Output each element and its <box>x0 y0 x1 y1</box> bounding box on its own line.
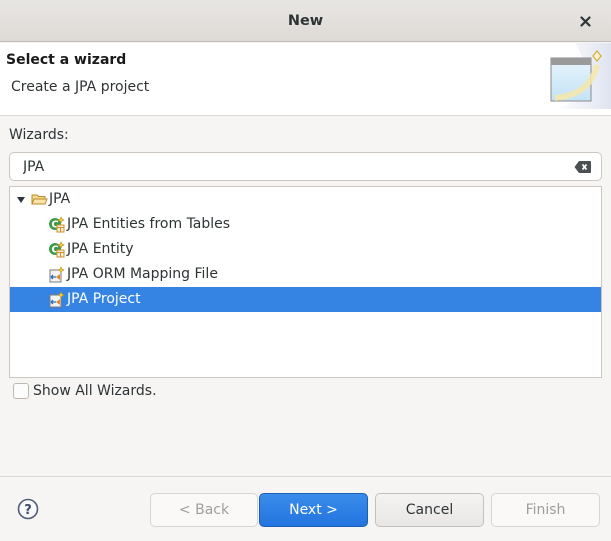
banner-description: Create a JPA project <box>11 79 150 95</box>
tree-item-label: JPA <box>49 191 71 207</box>
jpa-project-icon <box>49 291 65 308</box>
close-icon <box>579 15 591 27</box>
tree-item-jpa-project[interactable]: JPA Project <box>10 287 601 312</box>
banner-heading: Select a wizard <box>6 52 127 68</box>
tree-item-label: JPA Project <box>67 291 141 307</box>
tree-item-label: JPA ORM Mapping File <box>67 266 218 282</box>
wizard-filter-input[interactable] <box>23 158 563 175</box>
clear-text-icon <box>574 161 591 173</box>
help-icon: ? <box>17 498 39 520</box>
orm-mapping-file-icon <box>49 266 65 283</box>
wizards-label: Wizards: <box>9 127 69 143</box>
folder-open-icon <box>31 194 48 205</box>
svg-text:?: ? <box>24 503 32 518</box>
back-button[interactable]: < Back <box>150 493 258 527</box>
cancel-button[interactable]: Cancel <box>375 493 484 527</box>
finish-button[interactable]: Finish <box>491 493 600 527</box>
clear-filter-button[interactable] <box>574 160 592 174</box>
tree-item-jpa-orm-mapping-file[interactable]: JPA ORM Mapping File <box>10 262 601 287</box>
wizard-filter-field[interactable] <box>9 152 602 181</box>
tree-item-jpa-folder[interactable]: JPA <box>10 187 601 212</box>
close-button[interactable] <box>575 11 595 31</box>
footer-separator <box>0 476 611 477</box>
tree-item-label: JPA Entity <box>67 241 134 257</box>
wizard-banner: Select a wizard Create a JPA project <box>0 43 611 116</box>
jpa-entity-icon: C <box>49 216 65 233</box>
show-all-wizards-checkbox[interactable]: Show All Wizards. <box>13 383 157 399</box>
title-bar: New <box>0 0 611 42</box>
expand-arrow-icon[interactable] <box>16 196 26 204</box>
wizard-tree[interactable]: JPA C JPA Entities from Tables C JPA Ent… <box>9 186 602 378</box>
window-title: New <box>287 12 324 29</box>
tree-item-jpa-entities-from-tables[interactable]: C JPA Entities from Tables <box>10 212 601 237</box>
new-wizard-banner-image <box>550 43 611 109</box>
help-button[interactable]: ? <box>17 498 39 520</box>
tree-item-label: JPA Entities from Tables <box>67 216 231 232</box>
tree-item-jpa-entity[interactable]: C JPA Entity <box>10 237 601 262</box>
checkbox-box[interactable] <box>13 383 29 399</box>
jpa-entity-icon: C <box>49 241 65 258</box>
show-all-wizards-label: Show All Wizards. <box>33 383 157 399</box>
next-button[interactable]: Next > <box>259 493 368 527</box>
